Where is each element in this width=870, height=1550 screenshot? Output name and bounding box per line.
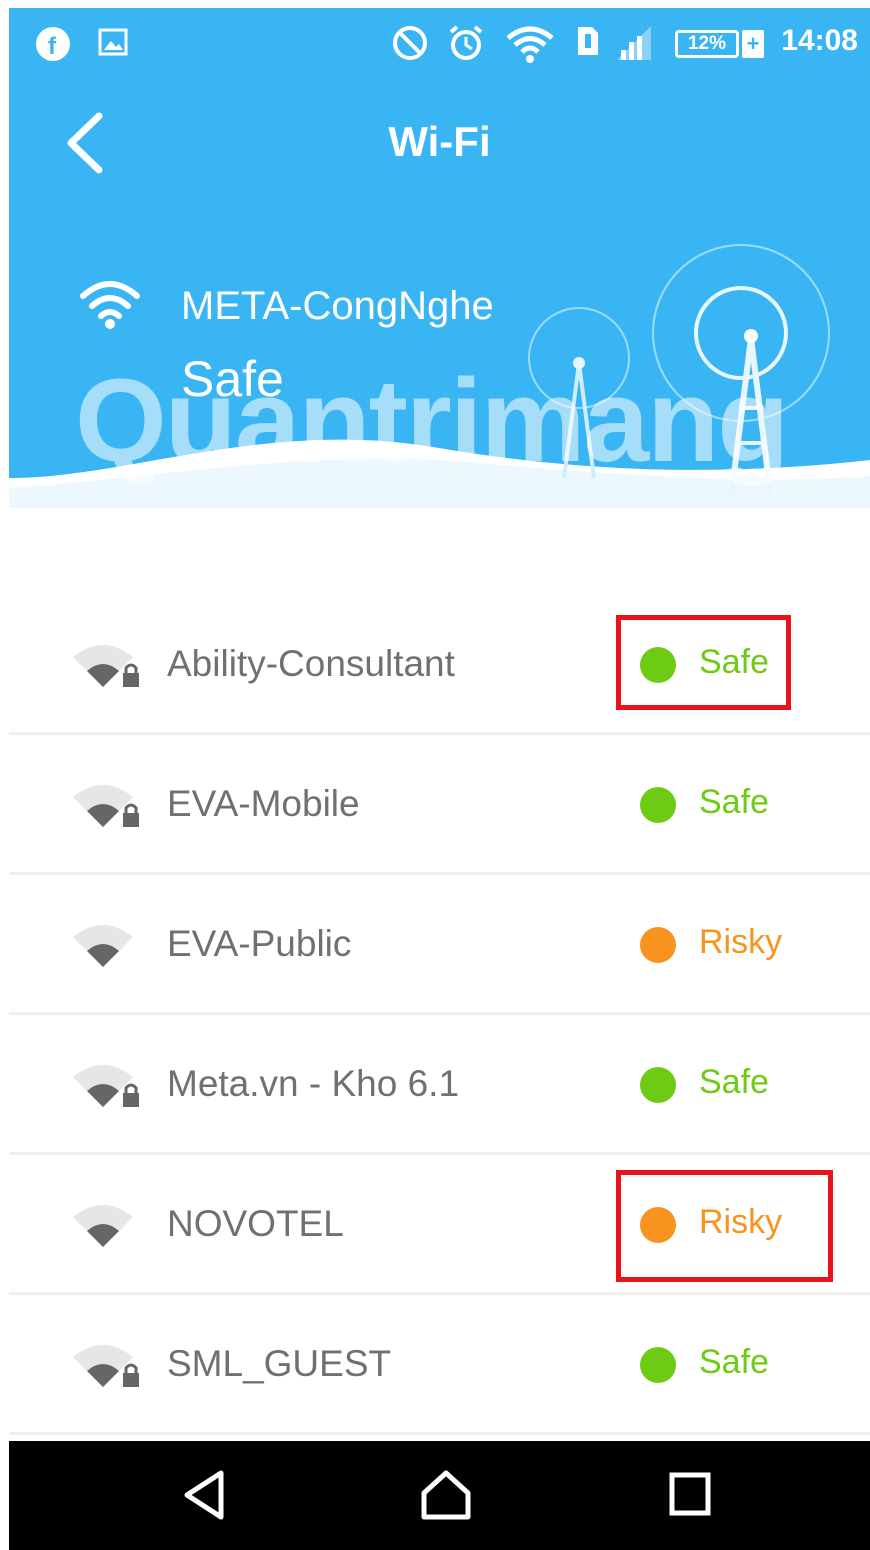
network-name: NOVOTEL: [167, 1203, 344, 1244]
facebook-icon: f: [35, 26, 71, 67]
signal-icon: [615, 24, 655, 67]
network-name: Ability-Consultant: [167, 643, 455, 684]
charging-icon: +: [742, 30, 764, 58]
status-dot: [640, 1347, 676, 1383]
status-bar: f 12% + 14:08: [9, 8, 870, 72]
divider: [9, 1432, 870, 1435]
page-title: Wi-Fi: [388, 118, 491, 165]
wifi-locked-icon: [67, 1057, 147, 1118]
do-not-disturb-icon: [391, 24, 429, 67]
highlight-box: [616, 1170, 833, 1282]
wifi-open-icon: [67, 917, 147, 978]
network-row[interactable]: EVA-Mobile Safe: [9, 735, 870, 875]
wifi-status-icon: [505, 24, 555, 69]
network-row[interactable]: SML_GUEST Safe: [9, 1295, 870, 1435]
status-label: Risky: [699, 923, 783, 961]
status-label: Safe: [699, 1343, 769, 1381]
sim-icon: [575, 24, 601, 63]
network-name: Meta.vn - Kho 6.1: [167, 1063, 460, 1104]
network-row[interactable]: Meta.vn - Kho 6.1 Safe: [9, 1015, 870, 1155]
status-dot: [640, 787, 676, 823]
clock: 14:08: [781, 24, 858, 57]
square-recents-icon[interactable]: [667, 1467, 713, 1528]
triangle-back-icon[interactable]: [181, 1467, 227, 1528]
home-icon[interactable]: [419, 1467, 473, 1528]
alarm-icon: [447, 24, 485, 67]
wifi-open-icon: [67, 1197, 147, 1258]
current-network-name: META-CongNghe: [181, 284, 494, 328]
network-row[interactable]: EVA-Public Risky: [9, 875, 870, 1015]
svg-text:f: f: [48, 33, 57, 60]
status-dot: [640, 1067, 676, 1103]
image-notification-icon: [97, 26, 129, 63]
wifi-locked-icon: [67, 1337, 147, 1398]
network-name: EVA-Mobile: [167, 783, 360, 824]
navigation-bar: [9, 1441, 870, 1550]
battery-level: 12%: [675, 30, 739, 58]
status-label: Safe: [699, 1063, 769, 1101]
highlight-box: [616, 615, 791, 710]
current-network-status: Safe: [181, 351, 284, 407]
screen: Quantrimang f 12% + 14:08 Wi-Fi META-Con…: [0, 0, 870, 1550]
network-name: SML_GUEST: [167, 1343, 392, 1384]
status-dot: [640, 927, 676, 963]
wifi-icon: [79, 278, 141, 335]
network-name: EVA-Public: [167, 923, 352, 964]
status-label: Safe: [699, 783, 769, 821]
wifi-locked-icon: [67, 777, 147, 838]
header: Quantrimang f 12% + 14:08 Wi-Fi META-Con…: [9, 8, 870, 508]
wifi-locked-icon: [67, 637, 147, 698]
